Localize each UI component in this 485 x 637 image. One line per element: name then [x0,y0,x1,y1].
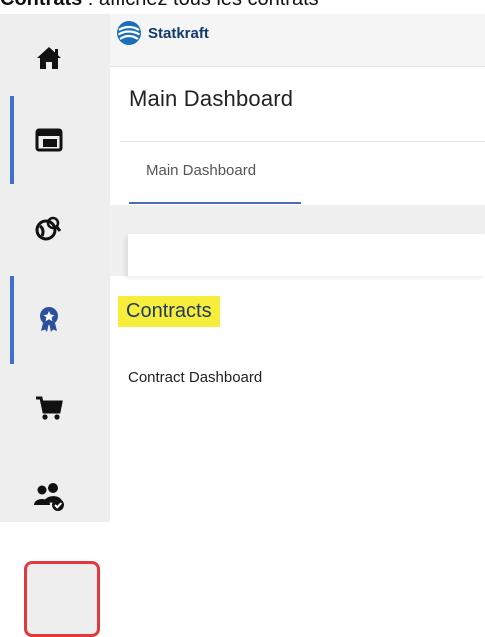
statkraft-logo[interactable]: Statkraft [116,20,209,46]
dashboard-layout-icon [35,128,63,152]
dashboard-card [128,234,485,276]
side-navigation-rail [0,14,110,637]
brand-name: Statkraft [148,24,209,42]
nav-home[interactable] [10,14,110,102]
nav-cart[interactable] [10,364,110,452]
main-content: Statkraft Main Dashboard Main Dashboard … [110,14,485,522]
active-tab-underline [129,202,301,204]
home-icon [37,47,61,69]
tab-main-dashboard[interactable]: Main Dashboard [129,142,301,204]
contracts-highlight-box [24,561,100,637]
tutorial-caption: Contrats : affichez tous les contrats [0,0,485,12]
tab-label: Main Dashboard [146,162,257,179]
content-gap [110,205,485,234]
users-group-icon [34,483,64,511]
contracts-heading: Contracts [118,296,220,327]
nav-dashboard[interactable] [10,96,110,184]
nav-global-search[interactable] [10,184,110,272]
award-badge-icon [40,307,58,332]
contract-dashboard-link[interactable]: Contract Dashboard [128,369,262,386]
globe-search-icon [35,216,62,241]
caption-rest: : affichez tous les contrats [82,0,319,10]
page-title: Main Dashboard [129,86,294,111]
app-header: Statkraft [110,14,485,67]
shopping-cart-icon [36,396,63,420]
statkraft-logo-icon [117,21,141,45]
caption-bold: Contrats [0,0,82,10]
nav-contracts[interactable] [10,276,110,637]
content-gap-left [110,234,128,276]
nav-users[interactable] [10,452,110,540]
